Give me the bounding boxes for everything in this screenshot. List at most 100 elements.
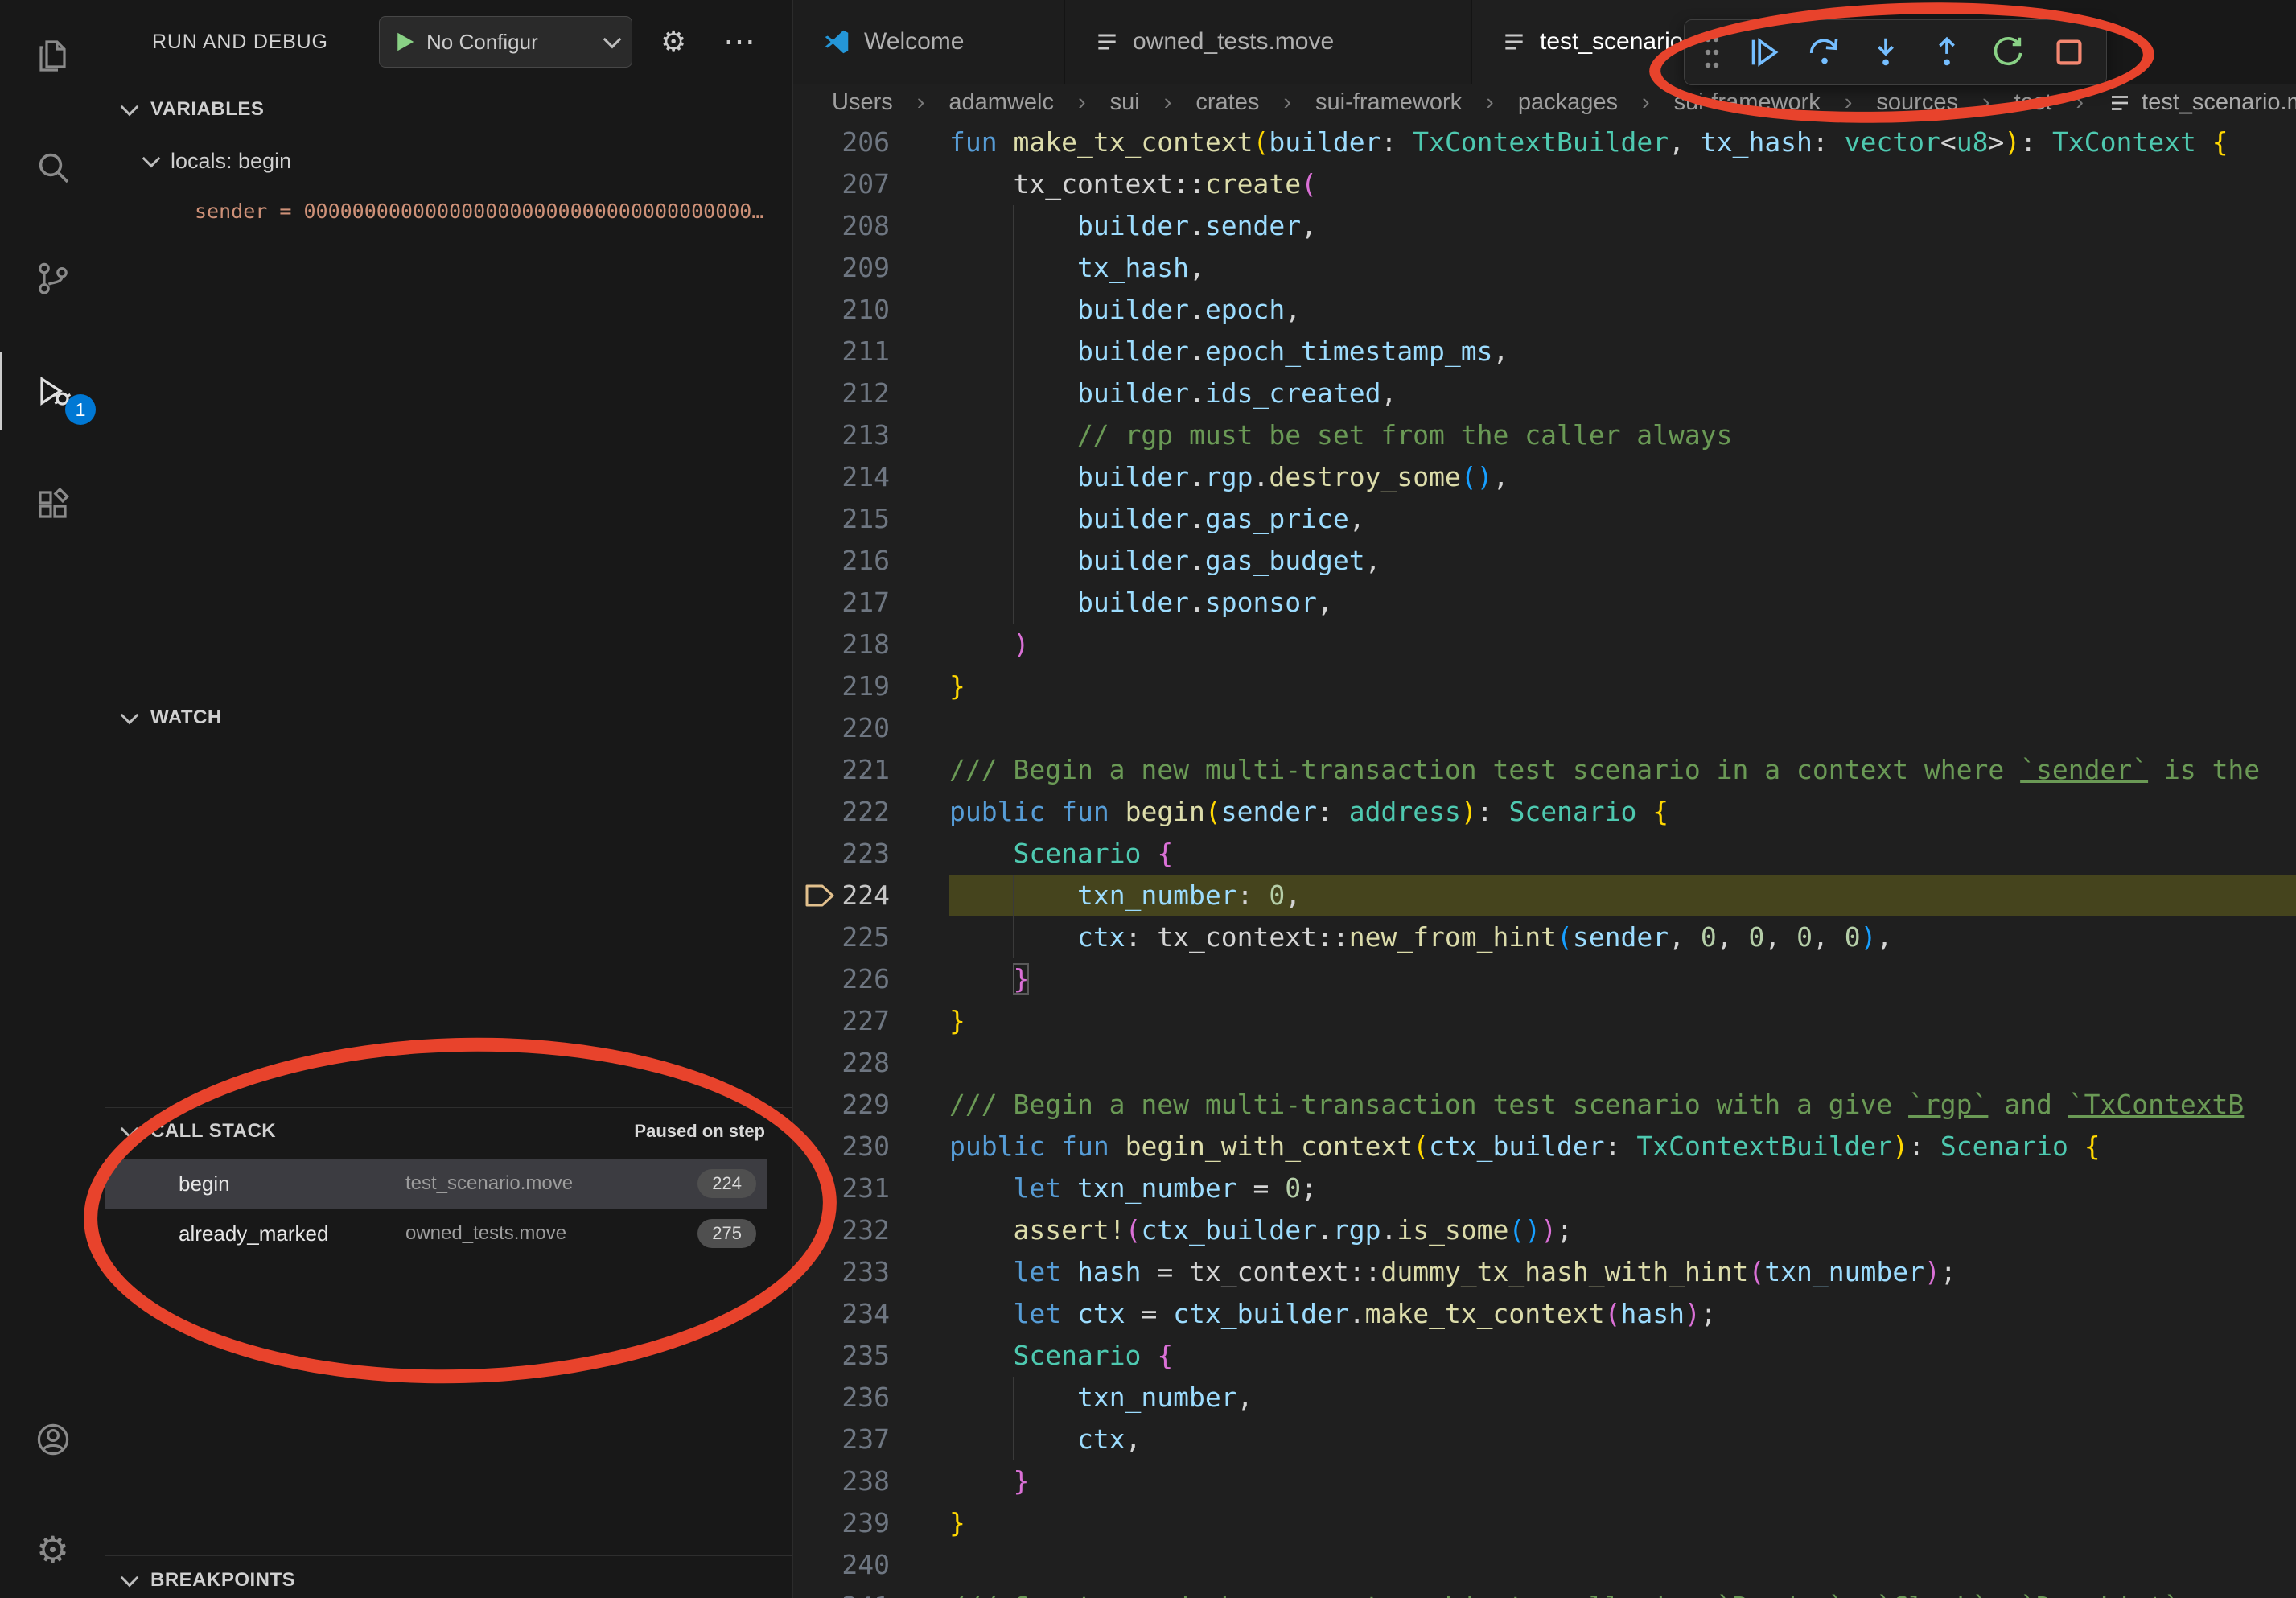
code-line[interactable]: 241/// Creates and shares system objects… (793, 1586, 2296, 1598)
line-gutter[interactable]: 228 (793, 1042, 949, 1084)
line-gutter[interactable]: 241 (793, 1586, 949, 1598)
line-gutter[interactable]: 217 (793, 582, 949, 624)
line-gutter[interactable]: 206 (793, 121, 949, 163)
code-line-content[interactable] (949, 1042, 2296, 1084)
breadcrumb-item[interactable]: Users (832, 89, 893, 116)
line-gutter[interactable]: 221 (793, 749, 949, 791)
breadcrumb-item[interactable]: adamwelc (948, 89, 1054, 116)
line-gutter[interactable]: 216 (793, 540, 949, 582)
line-gutter[interactable]: 207 (793, 163, 949, 205)
code-line[interactable]: 236 txn_number, (793, 1377, 2296, 1419)
line-gutter[interactable]: 227 (793, 1000, 949, 1042)
line-gutter[interactable]: 208 (793, 205, 949, 247)
code-line-content[interactable]: builder.sender, (949, 205, 2296, 247)
breadcrumb-item[interactable]: sources (1876, 89, 1958, 116)
step-into-button[interactable] (1866, 33, 1905, 72)
code-line[interactable]: 222public fun begin(sender: address): Sc… (793, 791, 2296, 833)
call-stack-frame[interactable]: already_marked owned_tests.move 275 (105, 1209, 767, 1258)
line-gutter[interactable]: 231 (793, 1168, 949, 1209)
code-line[interactable]: 221/// Begin a new multi-transaction tes… (793, 749, 2296, 791)
code-line[interactable]: 240 (793, 1544, 2296, 1586)
tab-owned-tests[interactable]: owned_tests.move (1065, 0, 1472, 84)
activity-item-source-control[interactable] (0, 240, 105, 317)
call-stack-section-header[interactable]: CALL STACK Paused on step (105, 1110, 792, 1152)
line-gutter[interactable]: 238 (793, 1460, 949, 1502)
code-line[interactable]: 216 builder.gas_budget, (793, 540, 2296, 582)
code-line-content[interactable]: txn_number, (949, 1377, 2296, 1419)
line-gutter[interactable]: 219 (793, 665, 949, 707)
code-line[interactable]: 226 } (793, 958, 2296, 1000)
code-line[interactable]: 225 ctx: tx_context::new_from_hint(sende… (793, 916, 2296, 958)
breakpoints-section-header[interactable]: BREAKPOINTS (105, 1559, 792, 1598)
code-line-content[interactable]: let txn_number = 0; (949, 1168, 2296, 1209)
watch-section-header[interactable]: WATCH (105, 697, 792, 739)
breadcrumb-file[interactable]: test_scenario.move (2108, 89, 2296, 116)
code-line-content[interactable]: tx_context::create( (949, 163, 2296, 205)
restart-button[interactable] (1989, 33, 2027, 72)
toolbar-drag-grip[interactable] (1702, 35, 1722, 70)
code-line-content[interactable]: } (949, 1502, 2296, 1544)
code-line[interactable]: 215 builder.gas_price, (793, 498, 2296, 540)
code-line-content[interactable]: builder.gas_budget, (949, 540, 2296, 582)
breadcrumb-item[interactable]: sui (1110, 89, 1140, 116)
activity-item-search[interactable] (0, 129, 105, 206)
code-area[interactable]: 206fun make_tx_context(builder: TxContex… (793, 121, 2296, 1598)
code-line-content[interactable]: ) (949, 624, 2296, 665)
code-line[interactable]: 228 (793, 1042, 2296, 1084)
code-line-content[interactable]: Scenario { (949, 1335, 2296, 1377)
breadcrumb-item[interactable]: sui-framework (1674, 89, 1821, 116)
code-line-content[interactable]: } (949, 1460, 2296, 1502)
code-line-content[interactable]: fun make_tx_context(builder: TxContextBu… (949, 121, 2296, 163)
code-line-content[interactable] (949, 1544, 2296, 1586)
code-line[interactable]: 235 Scenario { (793, 1335, 2296, 1377)
activity-item-extensions[interactable] (0, 465, 105, 542)
line-gutter[interactable]: 212 (793, 373, 949, 414)
code-line-content[interactable]: /// Begin a new multi-transaction test s… (949, 1084, 2296, 1126)
code-line[interactable]: 230public fun begin_with_context(ctx_bui… (793, 1126, 2296, 1168)
code-line[interactable]: 231 let txn_number = 0; (793, 1168, 2296, 1209)
code-line[interactable]: 227} (793, 1000, 2296, 1042)
line-gutter[interactable]: 222 (793, 791, 949, 833)
code-line-content[interactable]: builder.sponsor, (949, 582, 2296, 624)
line-gutter[interactable]: 223 (793, 833, 949, 875)
code-line[interactable]: 233 let hash = tx_context::dummy_tx_hash… (793, 1251, 2296, 1293)
code-line[interactable]: 209 tx_hash, (793, 247, 2296, 289)
code-line[interactable]: 229/// Begin a new multi-transaction tes… (793, 1084, 2296, 1126)
code-line[interactable]: 232 assert!(ctx_builder.rgp.is_some()); (793, 1209, 2296, 1251)
line-gutter[interactable]: 224 (793, 875, 949, 916)
line-gutter[interactable]: 213 (793, 414, 949, 456)
line-gutter[interactable]: 214 (793, 456, 949, 498)
code-line[interactable]: 234 let ctx = ctx_builder.make_tx_contex… (793, 1293, 2296, 1335)
more-actions-icon[interactable]: ⋯ (723, 0, 755, 84)
code-line-content[interactable]: public fun begin_with_context(ctx_builde… (949, 1126, 2296, 1168)
line-gutter[interactable]: 229 (793, 1084, 949, 1126)
line-gutter[interactable]: 233 (793, 1251, 949, 1293)
line-gutter[interactable]: 230 (793, 1126, 949, 1168)
code-line-content[interactable]: public fun begin(sender: address): Scena… (949, 791, 2296, 833)
code-line[interactable]: 219} (793, 665, 2296, 707)
code-line-content[interactable]: assert!(ctx_builder.rgp.is_some()); (949, 1209, 2296, 1251)
code-line-content[interactable]: tx_hash, (949, 247, 2296, 289)
code-line-content[interactable]: let hash = tx_context::dummy_tx_hash_wit… (949, 1251, 2296, 1293)
code-line-content[interactable]: } (949, 1000, 2296, 1042)
code-line-content[interactable]: let ctx = ctx_builder.make_tx_context(ha… (949, 1293, 2296, 1335)
code-line-content[interactable]: /// Begin a new multi-transaction test s… (949, 749, 2296, 791)
line-gutter[interactable]: 218 (793, 624, 949, 665)
line-gutter[interactable]: 215 (793, 498, 949, 540)
step-out-button[interactable] (1928, 33, 1966, 72)
breadcrumb-item[interactable]: test (2014, 89, 2052, 116)
tab-welcome[interactable]: Welcome (793, 0, 1065, 84)
variable-row-sender[interactable]: sender = 0000000000000000000000000000000… (105, 190, 792, 232)
code-line-content[interactable]: } (949, 958, 2296, 1000)
code-line[interactable]: 237 ctx, (793, 1419, 2296, 1460)
stop-button[interactable] (2050, 33, 2088, 72)
code-line-content[interactable]: // rgp must be set from the caller alway… (949, 414, 2296, 456)
activity-item-explorer[interactable] (0, 17, 105, 94)
line-gutter[interactable]: 236 (793, 1377, 949, 1419)
activity-item-settings[interactable]: ⚙ (0, 1511, 105, 1588)
code-line[interactable]: 211 builder.epoch_timestamp_ms, (793, 331, 2296, 373)
code-line-content[interactable]: builder.epoch, (949, 289, 2296, 331)
variables-scope-row[interactable]: locals: begin (105, 140, 792, 182)
code-line[interactable]: 213 // rgp must be set from the caller a… (793, 414, 2296, 456)
call-stack-frame[interactable]: begin test_scenario.move 224 (105, 1159, 767, 1209)
